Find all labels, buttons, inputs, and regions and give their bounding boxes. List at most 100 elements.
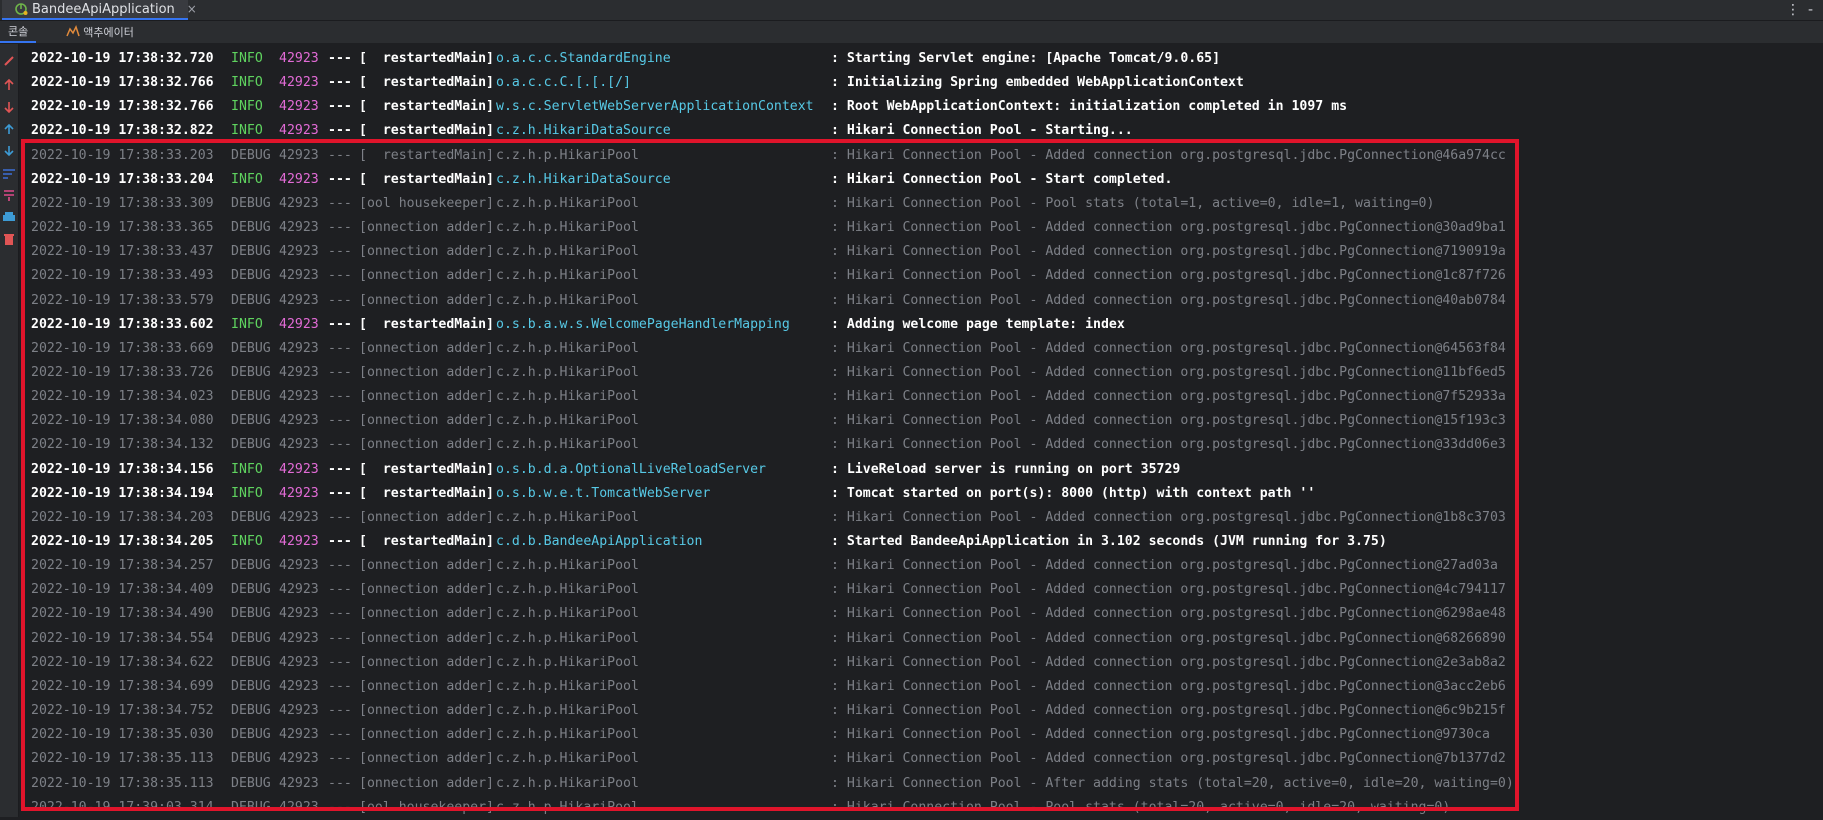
log-separator: ---: [328, 147, 352, 163]
log-level: DEBUG: [231, 268, 271, 284]
log-thread: [onnection adder]: [359, 582, 494, 598]
log-pid: 42923: [279, 364, 319, 380]
log-thread: [onnection adder]: [359, 775, 494, 791]
log-timestamp: 2022-10-19 17:38:34.132: [31, 437, 214, 453]
log-thread: [onnection adder]: [359, 389, 494, 405]
log-thread: [onnection adder]: [359, 751, 494, 767]
scroll-up-icon[interactable]: [2, 78, 16, 92]
log-logger: w.s.c.ServletWebServerApplicationContext: [496, 99, 814, 115]
run-tab[interactable]: BandeeApiApplication ×: [2, 0, 197, 20]
log-pid: 42923: [279, 461, 319, 477]
tab-console[interactable]: 콘솔: [0, 21, 37, 43]
log-timestamp: 2022-10-19 17:38:33.204: [31, 171, 214, 187]
log-thread: [onnection adder]: [359, 413, 494, 429]
log-logger: o.s.b.w.e.t.TomcatWebServer: [496, 485, 711, 501]
log-timestamp: 2022-10-19 17:38:34.490: [31, 606, 214, 622]
log-logger: c.z.h.p.HikariPool: [496, 244, 639, 260]
soft-wrap-icon[interactable]: [2, 166, 16, 180]
log-separator: ---: [328, 509, 352, 525]
console-toolbar: [0, 44, 19, 817]
tab-actuator[interactable]: 액추에이터: [58, 21, 142, 43]
log-level: DEBUG: [231, 220, 271, 236]
log-message: : Hikari Connection Pool - Added connect…: [831, 364, 1506, 380]
log-timestamp: 2022-10-19 17:38:34.156: [31, 461, 214, 477]
log-logger: c.z.h.p.HikariPool: [496, 389, 639, 405]
log-logger: c.z.h.p.HikariPool: [496, 364, 639, 380]
log-thread: [onnection adder]: [359, 606, 494, 622]
log-message: : Hikari Connection Pool - Starting...: [831, 123, 1133, 139]
log-timestamp: 2022-10-19 17:38:32.766: [31, 99, 214, 115]
scroll-to-end-icon[interactable]: [2, 188, 16, 202]
log-thread: [ restartedMain]: [359, 534, 494, 549]
clear-icon[interactable]: [2, 54, 16, 68]
log-timestamp: 2022-10-19 17:38:33.437: [31, 244, 214, 260]
log-level: DEBUG: [231, 678, 271, 694]
prev-icon[interactable]: [2, 122, 16, 136]
log-pid: 42923: [279, 751, 319, 767]
log-message: : Hikari Connection Pool - Added connect…: [831, 389, 1506, 405]
log-timestamp: 2022-10-19 17:38:33.669: [31, 340, 214, 356]
next-icon[interactable]: [2, 144, 16, 158]
log-timestamp: 2022-10-19 17:38:34.205: [31, 534, 214, 549]
log-logger: c.z.h.p.HikariPool: [496, 437, 639, 453]
log-message: : Hikari Connection Pool - Added connect…: [831, 630, 1506, 646]
print-icon[interactable]: [2, 210, 16, 224]
log-thread: [ restartedMain]: [359, 147, 494, 163]
log-separator: ---: [328, 654, 352, 670]
trash-icon[interactable]: [2, 232, 16, 246]
log-separator: ---: [328, 75, 352, 91]
log-message: : Hikari Connection Pool - Added connect…: [831, 509, 1506, 525]
log-thread: [onnection adder]: [359, 509, 494, 525]
log-timestamp: 2022-10-19 17:38:34.257: [31, 558, 214, 574]
spring-run-icon: [14, 2, 28, 16]
log-pid: 42923: [279, 727, 319, 743]
more-options-icon[interactable]: ⋮: [1786, 2, 1800, 18]
log-message: : Adding welcome page template: index: [831, 316, 1125, 332]
log-message: : Hikari Connection Pool - Pool stats (t…: [831, 799, 1451, 815]
log-thread: [ool housekeeper]: [359, 799, 494, 815]
log-timestamp: 2022-10-19 17:38:33.602: [31, 316, 214, 332]
log-level: DEBUG: [231, 799, 271, 815]
minimize-icon[interactable]: -: [1808, 2, 1813, 18]
scroll-down-icon[interactable]: [2, 100, 16, 114]
close-icon[interactable]: ×: [187, 2, 197, 16]
log-message: : Hikari Connection Pool - Added connect…: [831, 751, 1506, 767]
log-message: : Starting Servlet engine: [Apache Tomca…: [831, 51, 1221, 66]
log-pid: 42923: [279, 799, 319, 815]
log-timestamp: 2022-10-19 17:38:35.113: [31, 775, 214, 791]
log-thread: [onnection adder]: [359, 364, 494, 380]
log-message: : Tomcat started on port(s): 8000 (http)…: [831, 485, 1316, 501]
log-pid: 42923: [279, 582, 319, 598]
log-message: : Hikari Connection Pool - Added connect…: [831, 340, 1506, 356]
log-logger: o.a.c.c.C.[.[.[/]: [496, 75, 631, 91]
log-message: : Hikari Connection Pool - Added connect…: [831, 268, 1506, 284]
log-timestamp: 2022-10-19 17:38:34.752: [31, 703, 214, 719]
log-separator: ---: [328, 606, 352, 622]
log-separator: ---: [328, 316, 352, 332]
log-logger: c.z.h.p.HikariPool: [496, 751, 639, 767]
log-logger: o.s.b.a.w.s.WelcomePageHandlerMapping: [496, 316, 790, 332]
log-timestamp: 2022-10-19 17:38:33.365: [31, 220, 214, 236]
log-message: : Hikari Connection Pool - After adding …: [831, 775, 1514, 791]
log-separator: ---: [328, 703, 352, 719]
log-pid: 42923: [279, 678, 319, 694]
log-timestamp: 2022-10-19 17:38:35.030: [31, 727, 214, 743]
log-level: DEBUG: [231, 582, 271, 598]
console-log-output[interactable]: 2022-10-19 17:38:32.720 INFO 42923 --- [ res…: [24, 47, 1814, 817]
log-logger: c.z.h.p.HikariPool: [496, 268, 639, 284]
log-thread: [ restartedMain]: [359, 99, 494, 115]
log-pid: 42923: [279, 220, 319, 236]
log-pid: 42923: [279, 437, 319, 453]
log-message: : Hikari Connection Pool - Added connect…: [831, 558, 1498, 574]
log-timestamp: 2022-10-19 17:38:33.493: [31, 268, 214, 284]
log-pid: 42923: [279, 51, 319, 66]
log-level: INFO: [231, 485, 263, 501]
log-message: : Hikari Connection Pool - Added connect…: [831, 437, 1506, 453]
log-separator: ---: [328, 461, 352, 477]
log-pid: 42923: [279, 99, 319, 115]
log-thread: [ool housekeeper]: [359, 195, 494, 211]
log-level: DEBUG: [231, 413, 271, 429]
log-pid: 42923: [279, 147, 319, 163]
tab-actuator-label: 액추에이터: [83, 26, 134, 39]
log-level: DEBUG: [231, 654, 271, 670]
